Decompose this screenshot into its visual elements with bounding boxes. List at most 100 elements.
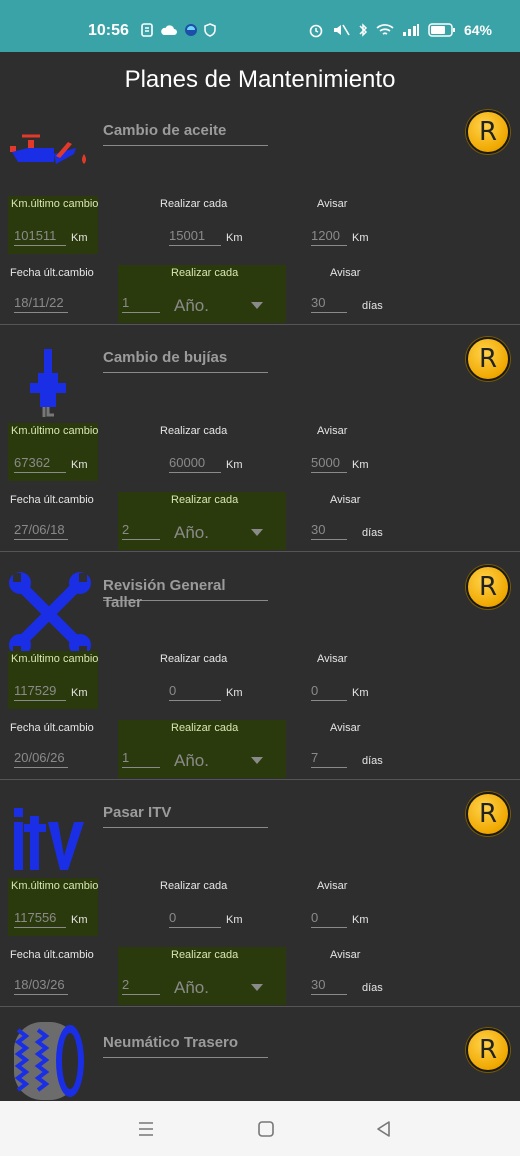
reset-button[interactable]: R (466, 110, 510, 154)
km-unit: Km (352, 914, 369, 926)
spark-plug-icon (30, 349, 66, 417)
realizar-periodo-label: Realizar cada (171, 722, 239, 734)
periodo-dropdown[interactable]: Año. (174, 978, 209, 998)
plan-section-bujias: Cambio de bujías R Km.último cambio 6736… (0, 325, 520, 552)
app-circle-icon (185, 24, 197, 36)
avisar-dias-field[interactable]: 7 (311, 750, 347, 768)
chevron-down-icon[interactable] (251, 984, 263, 991)
menu-icon[interactable] (136, 1119, 156, 1139)
km-unit: Km (352, 232, 369, 244)
plan-section-itv: Pasar ITV R Km.último cambio 117556 Km R… (0, 780, 520, 1007)
fecha-field[interactable]: 20/06/26 (14, 750, 68, 768)
fecha-field[interactable]: 27/06/18 (14, 522, 68, 540)
fecha-field[interactable]: 18/03/26 (14, 977, 68, 995)
avisar-km-field[interactable]: 1200 (311, 228, 347, 246)
km-ultimo-label: Km.último cambio (11, 880, 99, 892)
fecha-label: Fecha últ.cambio (10, 722, 94, 734)
chevron-down-icon[interactable] (251, 302, 263, 309)
wrenches-icon (9, 572, 91, 651)
fecha-field[interactable]: 18/11/22 (14, 295, 68, 313)
mute-icon (333, 24, 350, 36)
reset-button[interactable]: R (466, 792, 510, 836)
battery-percent: 64% (463, 22, 492, 38)
home-icon[interactable] (256, 1119, 276, 1139)
avisar-km-label: Avisar (317, 653, 348, 665)
realizar-n-field[interactable]: 1 (122, 750, 160, 768)
realizar-n-field[interactable]: 2 (122, 522, 160, 540)
battery-icon (428, 23, 455, 37)
km-unit: Km (226, 232, 243, 244)
avisar-dias-field[interactable]: 30 (311, 977, 347, 995)
km-ultimo-field[interactable]: 101511 (14, 228, 66, 246)
realizar-km-field[interactable]: 15001 (169, 228, 221, 246)
avisar-dias-label: Avisar (330, 722, 361, 734)
km-unit: Km (71, 687, 88, 699)
realizar-km-label: Realizar cada (160, 653, 228, 665)
realizar-n-field[interactable]: 1 (122, 295, 160, 313)
realizar-periodo-label: Realizar cada (171, 494, 239, 506)
dias-unit: días (362, 755, 383, 767)
km-unit: Km (226, 914, 243, 926)
realizar-km-label: Realizar cada (160, 880, 228, 892)
avisar-dias-field[interactable]: 30 (311, 295, 347, 313)
avisar-dias-label: Avisar (330, 494, 361, 506)
realizar-km-label: Realizar cada (160, 198, 228, 210)
fecha-label: Fecha últ.cambio (10, 494, 94, 506)
periodo-dropdown[interactable]: Año. (174, 523, 209, 543)
km-ultimo-label: Km.último cambio (11, 198, 99, 210)
realizar-km-field[interactable]: 0 (169, 683, 221, 701)
plan-title[interactable]: Cambio de bujías (103, 349, 268, 373)
notification-icon (141, 23, 153, 37)
km-unit: Km (71, 459, 88, 471)
plan-title[interactable]: Cambio de aceite (103, 122, 268, 146)
fecha-label: Fecha últ.cambio (10, 949, 94, 961)
cloud-icon (161, 25, 177, 35)
tire-icon (14, 1022, 84, 1100)
dias-unit: días (362, 300, 383, 312)
back-icon[interactable] (374, 1119, 394, 1139)
km-ultimo-field[interactable]: 67362 (14, 455, 66, 473)
avisar-km-field[interactable]: 0 (311, 910, 347, 928)
fecha-label: Fecha últ.cambio (10, 267, 94, 279)
itv-logo-icon (14, 808, 84, 870)
status-time: 10:56 (88, 22, 129, 39)
reset-button[interactable]: R (466, 337, 510, 381)
status-left-icons (140, 23, 216, 37)
realizar-periodo-label: Realizar cada (171, 267, 239, 279)
plan-title[interactable]: Pasar ITV (103, 804, 268, 828)
realizar-km-field[interactable]: 60000 (169, 455, 221, 473)
km-unit: Km (226, 687, 243, 699)
dias-unit: días (362, 527, 383, 539)
realizar-km-field[interactable]: 0 (169, 910, 221, 928)
chevron-down-icon[interactable] (251, 757, 263, 764)
plan-section-revision: Revisión General Taller R Km.último camb… (0, 553, 520, 780)
chevron-down-icon[interactable] (251, 529, 263, 536)
dias-unit: días (362, 982, 383, 994)
periodo-dropdown[interactable]: Año. (174, 296, 209, 316)
plan-title[interactable]: Revisión General Taller (103, 577, 268, 611)
km-ultimo-field[interactable]: 117529 (14, 683, 66, 701)
system-nav-bar (0, 1101, 520, 1156)
oil-can-icon (10, 134, 86, 164)
km-unit: Km (352, 459, 369, 471)
signal-icon (402, 24, 419, 36)
realizar-periodo-label: Realizar cada (171, 949, 239, 961)
reset-button[interactable]: R (466, 1028, 510, 1072)
plan-title[interactable]: Neumático Trasero (103, 1034, 268, 1058)
km-ultimo-label: Km.último cambio (11, 425, 99, 437)
km-unit: Km (71, 232, 88, 244)
status-right-icons: 64% (308, 22, 492, 38)
realizar-km-label: Realizar cada (160, 425, 228, 437)
realizar-n-field[interactable]: 2 (122, 977, 160, 995)
avisar-km-field[interactable]: 5000 (311, 455, 347, 473)
periodo-dropdown[interactable]: Año. (174, 751, 209, 771)
avisar-km-label: Avisar (317, 425, 348, 437)
bluetooth-icon (359, 23, 368, 37)
km-unit: Km (226, 459, 243, 471)
plan-section-aceite: Cambio de aceite R Km.último cambio 1015… (0, 98, 520, 325)
avisar-km-field[interactable]: 0 (311, 683, 347, 701)
avisar-dias-field[interactable]: 30 (311, 522, 347, 540)
reset-button[interactable]: R (466, 565, 510, 609)
shield-icon (204, 23, 216, 37)
km-ultimo-field[interactable]: 117556 (14, 910, 66, 928)
